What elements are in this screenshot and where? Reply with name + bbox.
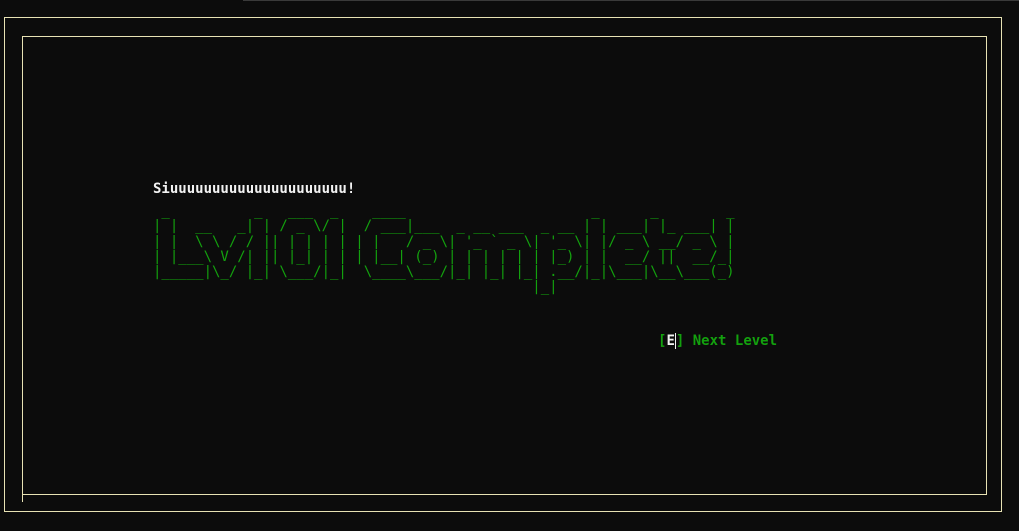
next-level-prompt[interactable]: [E] Next Level xyxy=(658,332,777,350)
terminal-window: Siuuuuuuuuuuuuuuuuuuuuu! _ _ ___ _ ____ … xyxy=(0,0,1019,531)
key-close-bracket: ] xyxy=(675,333,685,349)
key-hint-e: E xyxy=(666,333,676,349)
next-level-label: Next Level xyxy=(692,333,778,349)
frame-corner-tick xyxy=(22,492,23,502)
level-complete-ascii-banner: _ _ ___ _ ____ _ _ _ | | __ _| | / _ \/ … xyxy=(153,203,735,296)
celebration-message: Siuuuuuuuuuuuuuuuuuuuuu! xyxy=(153,181,356,197)
terminal-top-edge xyxy=(243,0,1019,1)
